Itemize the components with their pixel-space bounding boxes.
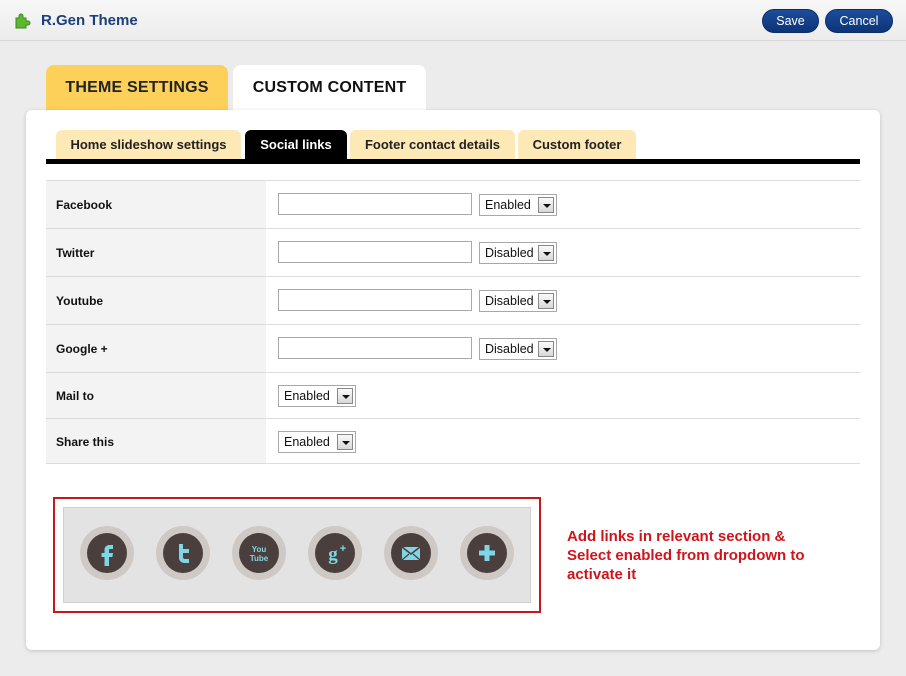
chevron-down-icon [337,434,353,450]
facebook-url-input[interactable] [278,193,472,215]
row-label: Twitter [56,246,95,260]
save-button[interactable]: Save [762,9,819,33]
mail-icon[interactable] [383,525,439,581]
subtab-footer-contact-details[interactable]: Footer contact details [350,130,515,160]
puzzle-icon [15,13,31,29]
subtab-custom-footer[interactable]: Custom footer [518,130,636,160]
chevron-down-icon [538,245,554,261]
row-label: Mail to [56,389,94,403]
chevron-down-icon [538,341,554,357]
social-links-table: Facebook Enabled Twitter Disabled Youtub… [46,180,860,464]
google-plus-icon[interactable]: g + [307,525,363,581]
top-bar: R.Gen Theme Save Cancel [0,0,906,41]
google-plus-url-input[interactable] [278,337,472,359]
subtab-home-slideshow-settings[interactable]: Home slideshow settings [56,130,241,160]
chevron-down-icon [538,197,554,213]
twitter-icon[interactable] [155,525,211,581]
svg-text:g: g [328,544,338,565]
tab-custom-content[interactable]: CUSTOM CONTENT [233,65,426,111]
share-plus-icon[interactable] [459,525,515,581]
table-row: Share this Enabled [46,418,860,464]
row-label: Share this [56,435,115,449]
twitter-status-select[interactable]: Disabled [479,242,557,264]
table-row: Mail to Enabled [46,372,860,418]
app-title: R.Gen Theme [41,12,138,29]
youtube-url-input[interactable] [278,289,472,311]
facebook-icon[interactable] [79,525,135,581]
annotation-note: Add links in relevant section & Select e… [567,528,805,583]
share-this-status-select[interactable]: Enabled [278,431,356,453]
table-row: Google + Disabled [46,324,860,372]
cancel-button[interactable]: Cancel [825,9,893,33]
google-plus-status-select[interactable]: Disabled [479,338,557,360]
youtube-status-select[interactable]: Disabled [479,290,557,312]
table-row: Youtube Disabled [46,276,860,324]
row-label: Google + [56,342,108,356]
subtab-underline [46,159,860,164]
svg-text:You: You [252,545,267,554]
subtab-social-links[interactable]: Social links [245,130,347,160]
row-label: Facebook [56,198,113,212]
chevron-down-icon [337,388,353,404]
table-row: Facebook Enabled [46,180,860,228]
social-icons-preview: You Tube g + [53,497,541,613]
youtube-icon[interactable]: You Tube [231,525,287,581]
row-label: Youtube [56,294,104,308]
svg-text:+: + [340,543,346,555]
facebook-status-select[interactable]: Enabled [479,194,557,216]
mail-to-status-select[interactable]: Enabled [278,385,356,407]
social-icons-strip: You Tube g + [63,507,531,603]
twitter-url-input[interactable] [278,241,472,263]
chevron-down-icon [538,293,554,309]
svg-text:Tube: Tube [250,554,269,563]
table-row: Twitter Disabled [46,228,860,276]
tab-theme-settings[interactable]: THEME SETTINGS [46,65,228,111]
